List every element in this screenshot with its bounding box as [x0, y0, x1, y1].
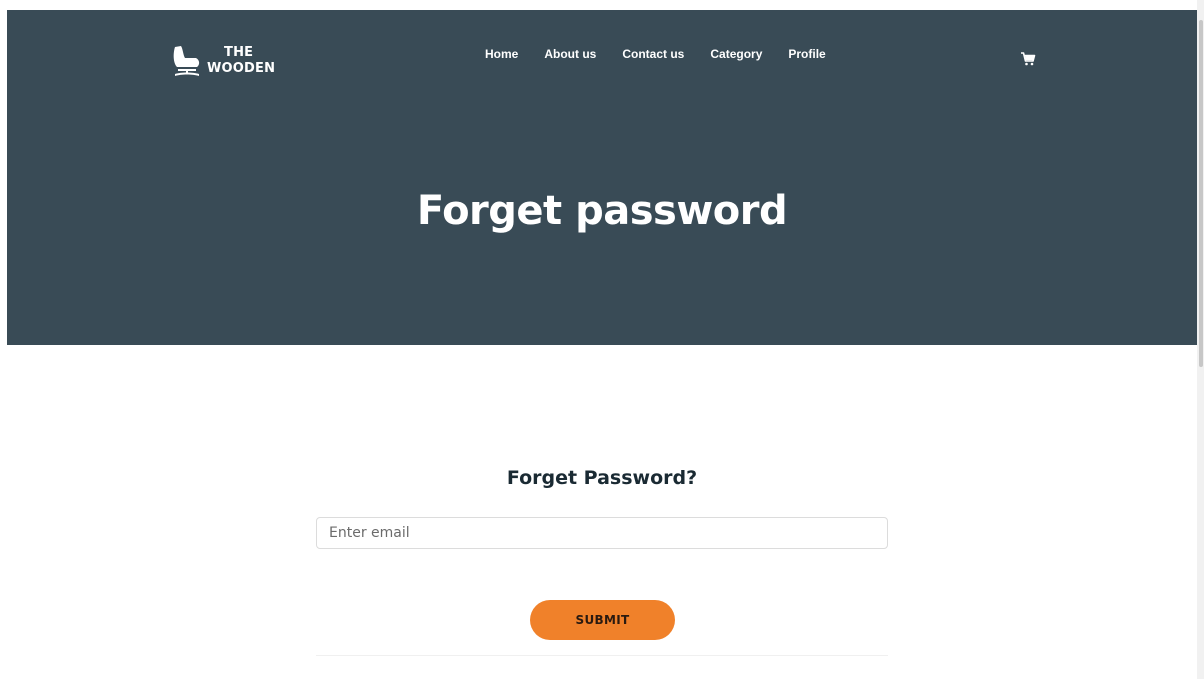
chair-icon: [173, 46, 200, 76]
divider: [316, 655, 888, 656]
brand-name: THE WOODEN: [207, 45, 275, 77]
nav-category[interactable]: Category: [697, 43, 775, 65]
brand-line1: THE: [224, 45, 254, 60]
brand-line2: WOODEN: [207, 61, 276, 76]
submit-button[interactable]: SUBMIT: [530, 600, 675, 640]
nav-contact-us[interactable]: Contact us: [609, 43, 697, 65]
nav-home[interactable]: Home: [472, 43, 531, 65]
form-title: Forget Password?: [506, 467, 698, 489]
nav-profile[interactable]: Profile: [775, 43, 838, 65]
shopping-cart-icon[interactable]: [1020, 51, 1036, 67]
brand-logo[interactable]: THE WOODEN: [171, 37, 281, 85]
hero-banner: THE WOODEN Home About us Contact us Cate…: [7, 10, 1197, 345]
email-field[interactable]: [316, 517, 888, 549]
main-nav: Home About us Contact us Category Profil…: [472, 43, 839, 65]
nav-about-us[interactable]: About us: [531, 43, 609, 65]
scrollbar-thumb[interactable]: [1199, 20, 1203, 367]
page-title: Forget password: [416, 188, 788, 234]
